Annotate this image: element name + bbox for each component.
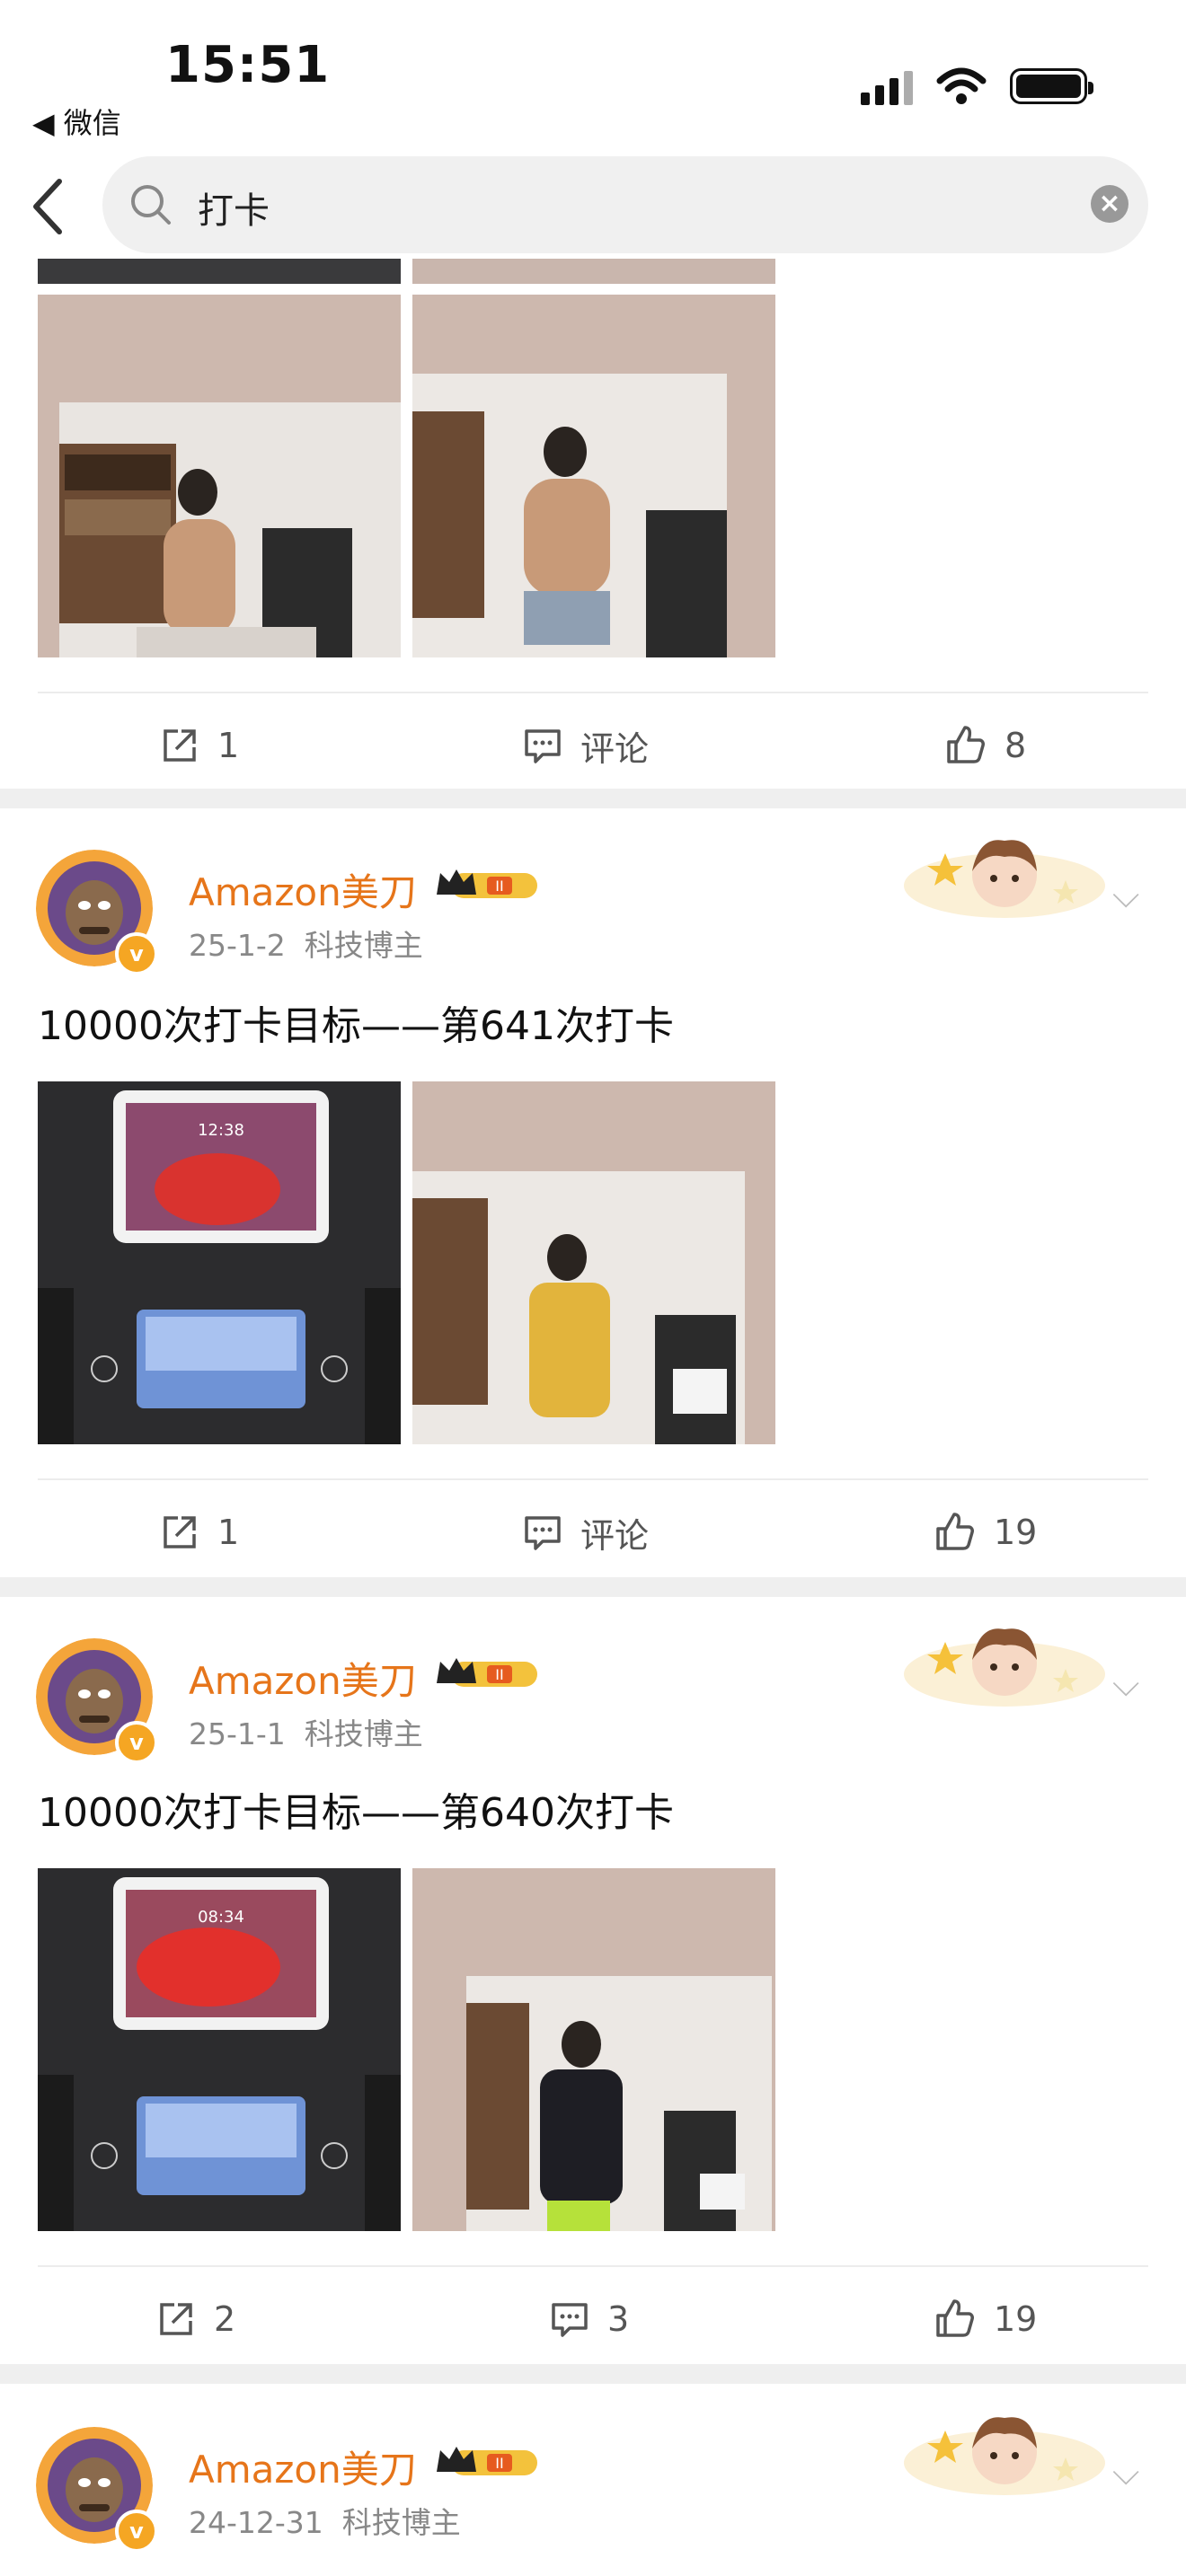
comment-label: 评论	[580, 1515, 650, 1556]
svg-text:II: II	[495, 1666, 503, 1683]
repost-count: 1	[217, 1513, 240, 1552]
cartoon-sticker-icon	[904, 840, 1105, 918]
comment-count: 3	[607, 2299, 630, 2339]
comment-button[interactable]: 评论	[523, 720, 649, 771]
svg-text:12:38: 12:38	[198, 1121, 244, 1140]
cartoon-sticker-icon	[904, 2417, 1105, 2495]
back-to-wechat-link[interactable]: ◀ 微信	[32, 101, 121, 142]
like-button[interactable]: 19	[933, 1507, 1037, 1557]
feed[interactable]: 1 评论 8 v Amazon美刀 II 25-1-2 科技博主 ⌵ 10000…	[0, 259, 1186, 2576]
post-text: 10000次打卡目标——第640次打卡	[38, 1790, 674, 1836]
post-divider	[0, 789, 1186, 808]
comment-button[interactable]: 3	[550, 2294, 629, 2344]
post-photo[interactable]	[38, 295, 401, 657]
post-header: v Amazon美刀 II 24-12-31 科技博主 ⌵	[0, 2417, 1186, 2562]
chevron-down-icon[interactable]: ⌵	[1112, 1663, 1139, 1705]
chevron-down-icon[interactable]: ⌵	[1112, 2452, 1139, 2493]
comment-button[interactable]: 评论	[523, 1507, 649, 1557]
post-text: 10000次打卡目标——第641次打卡	[38, 1003, 674, 1049]
verified-badge: v	[115, 932, 158, 975]
like-count: 19	[994, 2299, 1038, 2339]
repost-button[interactable]: 1	[160, 720, 239, 771]
cellular-signal-icon	[861, 67, 913, 105]
comment-label: 评论	[580, 728, 650, 769]
post-photo[interactable]	[412, 1081, 775, 1444]
like-button[interactable]: 19	[933, 2294, 1037, 2344]
thumbs-up-icon	[936, 1513, 974, 1550]
vip-crown-icon: II	[437, 2447, 537, 2475]
post-date: 25-1-1	[189, 1716, 286, 1751]
svg-text:08:34: 08:34	[198, 1908, 244, 1927]
status-icons	[861, 66, 1093, 106]
post-divider	[0, 1577, 1186, 1597]
search-icon	[131, 185, 171, 225]
status-time: 15:51	[165, 36, 331, 94]
post-photo[interactable]: 08:34	[38, 1868, 401, 2231]
wifi-icon	[936, 67, 987, 104]
repost-button[interactable]: 2	[156, 2294, 235, 2344]
share-icon	[164, 1516, 196, 1548]
clear-icon[interactable]: ×	[1091, 185, 1128, 223]
post-category: 科技博主	[304, 1716, 423, 1751]
post-photo-partial[interactable]	[38, 259, 401, 284]
verified-badge: v	[115, 1721, 158, 1764]
username[interactable]: Amazon美刀	[189, 2439, 417, 2494]
post-photo[interactable]	[412, 1868, 775, 2231]
post-meta: 25-1-1 科技博主	[189, 1710, 423, 1753]
vip-crown-icon: II	[437, 869, 537, 898]
post-meta: 24-12-31 科技博主	[189, 2499, 461, 2542]
like-count: 19	[994, 1513, 1038, 1552]
action-bar: 1 评论 8	[38, 692, 1148, 790]
svg-text:II: II	[495, 878, 503, 895]
search-query[interactable]: 打卡	[198, 181, 270, 234]
chevron-down-icon[interactable]: ⌵	[1112, 875, 1139, 916]
vip-crown-icon: II	[437, 1658, 537, 1687]
like-count: 8	[1005, 726, 1027, 765]
comment-icon	[525, 729, 561, 763]
post-category: 科技博主	[304, 928, 423, 963]
action-bar: 1 评论 19	[38, 1478, 1148, 1577]
svg-text:II: II	[495, 2455, 503, 2472]
post-date: 24-12-31	[189, 2505, 323, 2540]
username[interactable]: Amazon美刀	[189, 1651, 417, 1706]
search-header: 打卡 ×	[0, 156, 1186, 257]
thumbs-up-icon	[936, 2299, 974, 2337]
status-bar: 15:51 ◀ 微信	[0, 0, 1186, 153]
post-photo[interactable]: 12:38	[38, 1081, 401, 1444]
post-header: v Amazon美刀 II 25-1-1 科技博主 ⌵	[0, 1628, 1186, 1773]
comment-icon	[552, 2303, 588, 2337]
username[interactable]: Amazon美刀	[189, 862, 417, 917]
action-bar: 2 3 19	[38, 2265, 1148, 2364]
post-photo[interactable]	[412, 295, 775, 657]
post-meta: 25-1-2 科技博主	[189, 922, 423, 965]
search-input[interactable]: 打卡 ×	[102, 156, 1148, 253]
repost-button[interactable]: 1	[160, 1507, 239, 1557]
post-divider	[0, 2364, 1186, 2384]
post-header: v Amazon美刀 II 25-1-2 科技博主 ⌵	[0, 840, 1186, 984]
share-icon	[164, 729, 196, 762]
post-photo-partial[interactable]	[412, 259, 775, 284]
post-category: 科技博主	[341, 2505, 461, 2540]
repost-count: 1	[217, 726, 240, 765]
cartoon-sticker-icon	[904, 1628, 1105, 1707]
like-button[interactable]: 8	[943, 720, 1026, 771]
back-chevron-icon[interactable]	[27, 174, 81, 239]
verified-badge: v	[115, 2510, 158, 2553]
comment-icon	[525, 1516, 561, 1550]
share-icon	[160, 2303, 192, 2335]
repost-count: 2	[214, 2299, 236, 2339]
post-date: 25-1-2	[189, 928, 286, 963]
battery-icon	[1010, 68, 1093, 104]
thumbs-up-icon	[947, 726, 985, 763]
